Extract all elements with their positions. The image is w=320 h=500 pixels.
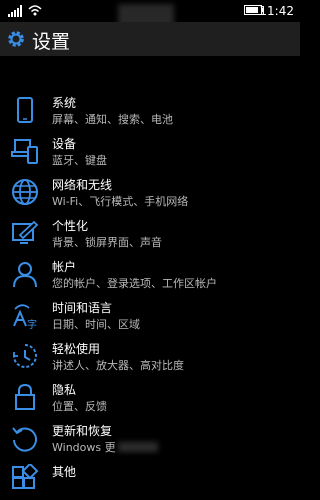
settings-item-desc: 背景、锁屏界面、声音 — [52, 236, 162, 249]
settings-item-desc: 讲述人、放大器、高对比度 — [52, 359, 184, 372]
settings-item-label: 系统 — [52, 96, 77, 110]
settings-item-desc: Windows 更 — [52, 441, 116, 454]
settings-item-desc: 蓝牙、键盘 — [52, 154, 107, 167]
settings-item-label: 网络和无线 — [52, 178, 113, 192]
extras-icon — [12, 464, 39, 489]
settings-item-desc: 您的帐户、登录选项、工作区帐户 — [52, 277, 217, 290]
lock-icon — [15, 383, 35, 410]
settings-item-devices[interactable]: 设备 蓝牙、键盘 — [0, 133, 300, 174]
globe-icon — [12, 179, 38, 205]
settings-item-personalization[interactable]: 个性化 背景、锁屏界面、声音 — [0, 215, 300, 256]
settings-item-label: 轻松使用 — [52, 342, 101, 356]
gear-icon — [8, 31, 24, 47]
page-title: 设置 — [32, 31, 71, 53]
phone-icon — [17, 97, 33, 123]
settings-item-desc: 位置、反馈 — [52, 400, 107, 413]
settings-item-label: 更新和恢复 — [52, 424, 113, 438]
settings-item-ease-of-access[interactable]: 轻松使用 讲述人、放大器、高对比度 — [0, 338, 300, 379]
settings-item-label: 其他 — [52, 465, 77, 479]
svg-text:字: 字 — [27, 318, 37, 330]
settings-item-update-recovery[interactable]: 更新和恢复 Windows 更 — [0, 420, 300, 461]
personalize-icon — [12, 220, 39, 244]
settings-item-label: 帐户 — [52, 260, 77, 274]
settings-item-time-language[interactable]: 字 时间和语言 日期、时间、区域 — [0, 297, 300, 338]
settings-item-system[interactable]: 系统 屏幕、通知、搜索、电池 — [0, 92, 300, 133]
title-bar: 设置 — [0, 22, 300, 56]
devices-icon — [11, 139, 38, 164]
settings-item-label: 隐私 — [52, 383, 77, 397]
settings-item-accounts[interactable]: 帐户 您的帐户、登录选项、工作区帐户 — [0, 256, 300, 297]
obscured-region — [118, 442, 158, 452]
settings-item-label: 时间和语言 — [52, 301, 113, 315]
status-time: 11:42 — [259, 4, 294, 18]
settings-item-label: 个性化 — [52, 219, 89, 233]
ease-of-access-icon — [13, 344, 37, 368]
settings-item-desc: 屏幕、通知、搜索、电池 — [52, 113, 173, 126]
settings-item-extras[interactable]: 其他 — [0, 461, 300, 500]
settings-item-label: 设备 — [52, 137, 77, 151]
person-icon — [13, 262, 37, 288]
signal-icon — [8, 5, 22, 17]
settings-item-privacy[interactable]: 隐私 位置、反馈 — [0, 379, 300, 420]
update-icon — [12, 427, 37, 452]
settings-item-desc: Wi-Fi、飞行模式、手机网络 — [52, 195, 189, 208]
settings-item-network[interactable]: 网络和无线 Wi-Fi、飞行模式、手机网络 — [0, 174, 300, 215]
settings-list: 系统 屏幕、通知、搜索、电池 设备 蓝牙、键盘 网络和无线 Wi-Fi、飞行模式… — [0, 92, 300, 500]
time-language-icon: 字 — [13, 304, 37, 330]
settings-item-desc: 日期、时间、区域 — [52, 318, 140, 331]
wifi-icon — [28, 5, 42, 16]
